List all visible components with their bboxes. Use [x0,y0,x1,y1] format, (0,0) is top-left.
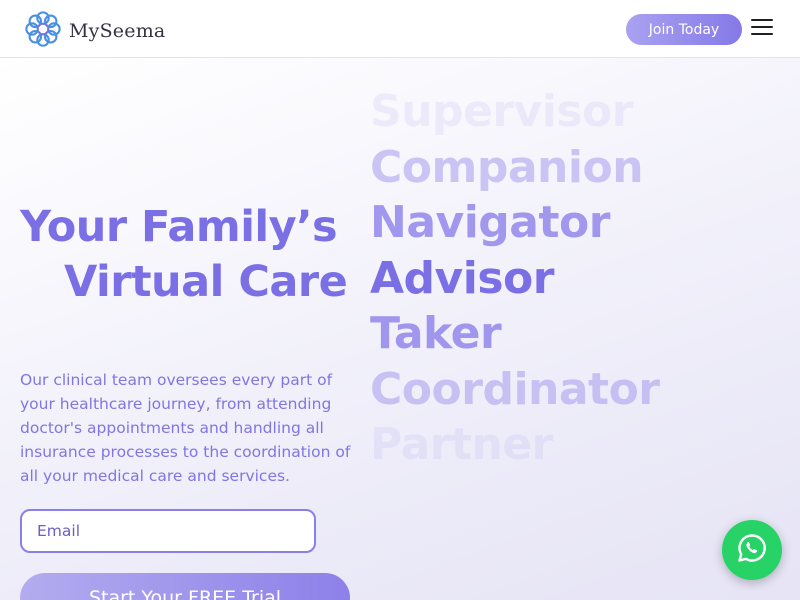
role-word: Coordinator [370,363,660,415]
brand-logo[interactable]: MySeema [24,10,165,52]
whatsapp-chat-button[interactable] [722,520,782,580]
email-field[interactable] [20,509,316,553]
join-today-button[interactable]: Join Today [626,14,742,45]
headline-line-1: Your Family’s [20,202,338,252]
flower-logo-icon [24,10,62,52]
menu-bar [751,26,773,28]
whatsapp-icon [735,531,769,569]
menu-bar [751,19,773,21]
site-header: MySeema Join Today [0,0,800,58]
role-word-active: Advisor [370,252,554,304]
hamburger-menu-icon[interactable] [751,19,773,37]
hero-section: Supervisor Companion Navigator Advisor T… [0,58,800,600]
brand-name: MySeema [69,20,166,42]
role-word: Partner [370,419,553,470]
role-word: Navigator [370,197,610,248]
start-free-trial-button[interactable]: Start Your FREE Trial [20,573,350,600]
role-word-carousel: Supervisor Companion Navigator Advisor T… [370,84,790,473]
role-word: Taker [370,308,502,359]
headline-line-2: Virtual Care [64,257,348,307]
role-word: Companion [370,141,644,193]
menu-bar [751,33,773,35]
hero-description: Our clinical team oversees every part of… [20,371,351,485]
hero-headline: Your Family’s Virtual Care [20,200,360,310]
role-word: Supervisor [370,86,633,137]
